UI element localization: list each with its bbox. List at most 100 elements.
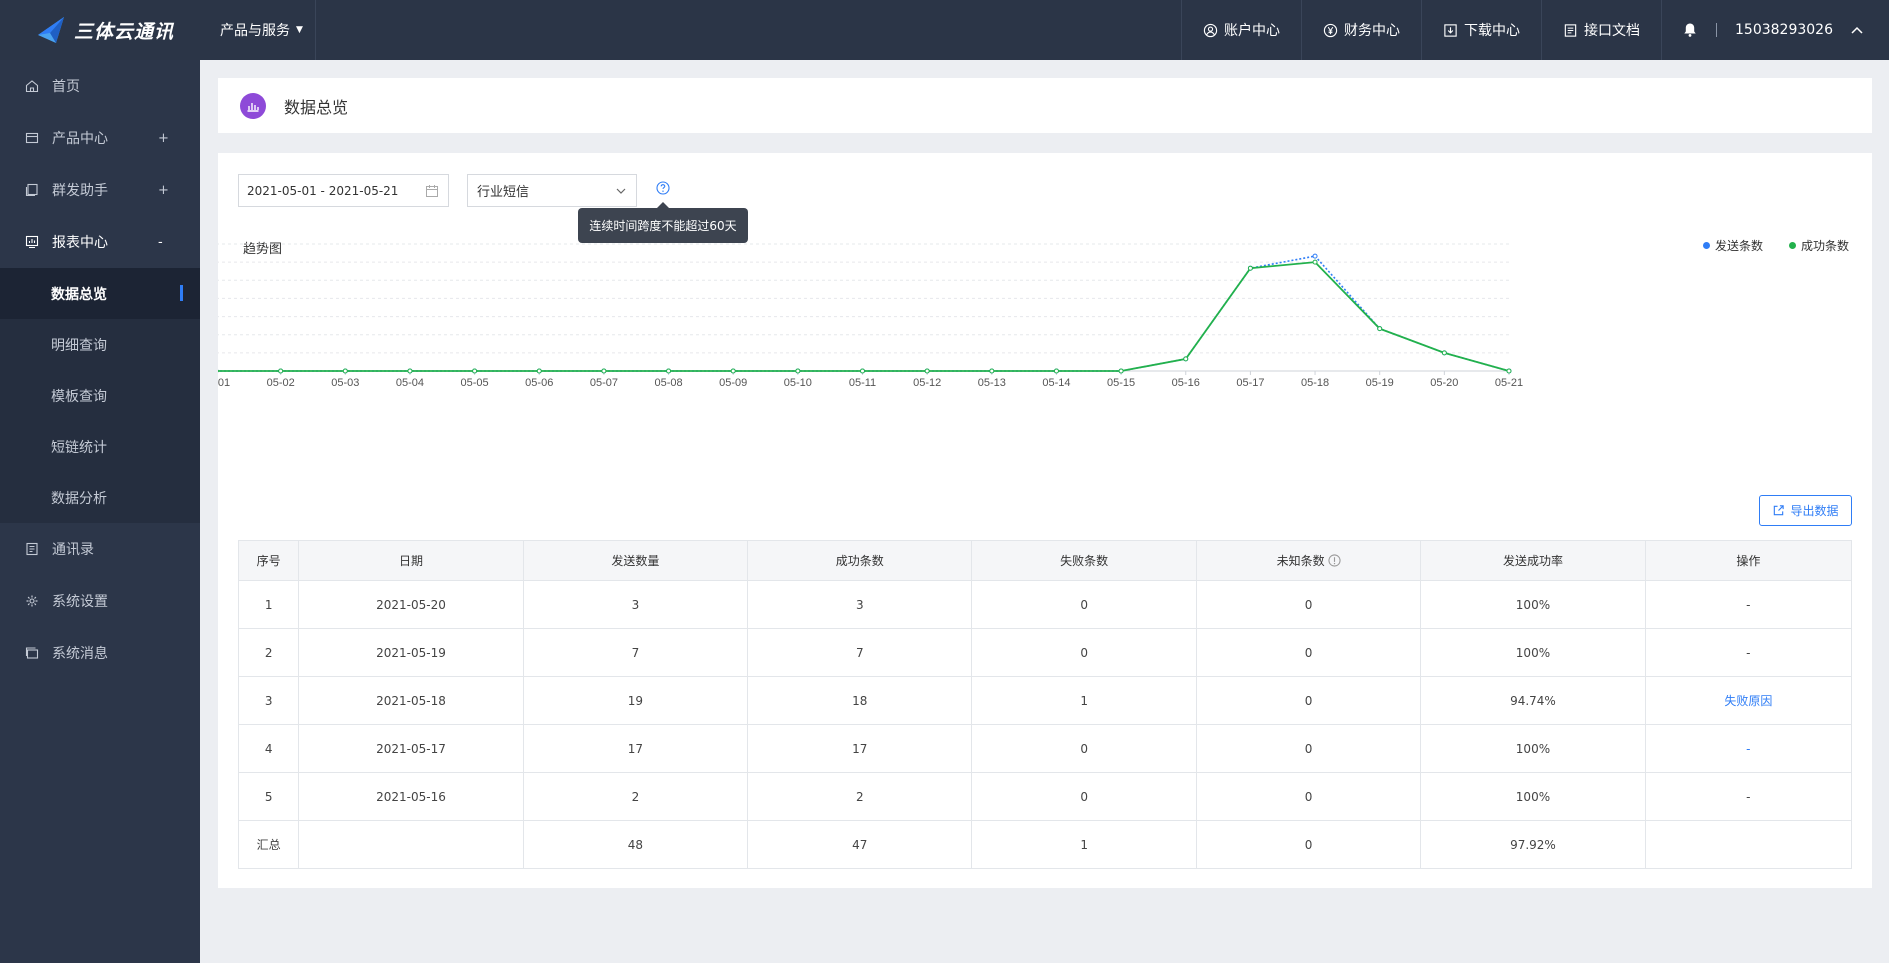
api-docs-link[interactable]: 接口文档 [1541, 0, 1661, 60]
cell-success-rate: 100% [1420, 724, 1646, 773]
sidebar-item-label: 产品中心 [52, 131, 108, 147]
export-data-button[interactable]: 导出数据 [1759, 495, 1852, 526]
cell-failed: 0 [971, 628, 1197, 677]
cell-unknown: 0 [1195, 628, 1422, 677]
sidebar-subitem-overview[interactable]: 数据总览 [0, 268, 200, 319]
failure-reason-link[interactable]: 失败原因 [1644, 676, 1853, 725]
data-point-success [1118, 368, 1124, 374]
data-point-success [1247, 265, 1253, 271]
sidebar-subitem-shortlink-stats[interactable]: 短链统计 [0, 421, 200, 472]
trend-chart: 03691215182105-0105-0205-0305-0405-0505-… [218, 243, 1523, 389]
data-point-success [1506, 368, 1512, 374]
cell-sent: 3 [522, 580, 749, 629]
cell-index: 5 [237, 772, 300, 821]
finance-center-link[interactable]: 财务中心 [1301, 0, 1421, 60]
home-icon [25, 80, 39, 93]
series-line-sent [218, 255, 1510, 372]
chevron-down-icon [616, 188, 626, 194]
product-icon [25, 132, 39, 144]
data-point-success [601, 368, 607, 374]
user-menu[interactable]: 15038293026 [1661, 0, 1889, 60]
help-icon[interactable] [1327, 554, 1341, 567]
brand-logo[interactable]: 三体云通讯 [0, 0, 200, 60]
download-center-link[interactable]: 下载中心 [1421, 0, 1541, 60]
chevron-up-icon[interactable] [1851, 26, 1863, 34]
x-tick-label: 05-18 [1301, 377, 1329, 389]
top-bar: 三体云通讯 产品与服务 ▼ 账户中心 财务中心 下载中心 接口文档 150382… [0, 0, 1889, 60]
sidebar-subitem-data-analysis[interactable]: 数据分析 [0, 472, 200, 523]
sidebar-subitem-template-query[interactable]: 模板查询 [0, 370, 200, 421]
document-icon [1564, 23, 1577, 37]
sidebar-item-messages[interactable]: 系统消息 [0, 627, 200, 679]
sidebar-item-reports[interactable]: 报表中心 - [0, 216, 200, 268]
download-center-label: 下载中心 [1464, 23, 1521, 39]
sidebar-item-mass-send[interactable]: 群发助手 + [0, 164, 200, 216]
cell-success-rate-total: 97.92% [1420, 820, 1646, 869]
x-tick-label: 05-06 [525, 377, 553, 389]
table-header-row: 序号 日期 发送数量 成功条数 失败条数 未知条数 发送成功率 操作 [237, 540, 1853, 581]
x-tick-label: 05-21 [1495, 377, 1523, 389]
account-center-link[interactable]: 账户中心 [1181, 0, 1301, 60]
cell-success-total: 47 [747, 820, 973, 869]
x-tick-label: 05-14 [1042, 377, 1070, 389]
sidebar-item-settings[interactable]: 系统设置 [0, 575, 200, 627]
data-point-success [278, 368, 284, 374]
products-services-menu[interactable]: 产品与服务 ▼ [200, 0, 316, 60]
x-tick-label: 05-10 [784, 377, 812, 389]
cell-success-rate: 94.74% [1420, 676, 1646, 725]
data-point-success [536, 368, 542, 374]
data-point-success [342, 368, 348, 374]
column-header-date: 日期 [298, 540, 524, 581]
date-range-value: 2021-05-01 - 2021-05-21 [247, 183, 399, 198]
bell-icon[interactable] [1682, 22, 1698, 38]
cell-success: 3 [747, 580, 973, 629]
cell-date: 2021-05-18 [298, 676, 524, 725]
sidebar-item-home[interactable]: 首页 [0, 60, 200, 112]
sidebar-item-contacts[interactable]: 通讯录 [0, 523, 200, 575]
data-point-success [1377, 326, 1383, 332]
table-row: 2 2021-05-19 7 7 0 0 100% - [237, 628, 1853, 677]
cell-action: - [1644, 724, 1853, 773]
help-icon[interactable] [656, 181, 670, 195]
cell-sent-total: 48 [522, 820, 749, 869]
cell-success: 17 [747, 724, 973, 773]
reports-submenu: 数据总览 明细查询 模板查询 短链统计 数据分析 [0, 268, 200, 523]
cell-sent: 2 [522, 772, 749, 821]
logo-icon [38, 17, 64, 43]
sidebar-item-label: 报表中心 [52, 235, 108, 251]
x-tick-label: 05-19 [1366, 377, 1394, 389]
cell-date: 2021-05-20 [298, 580, 524, 629]
divider [1716, 23, 1718, 37]
x-tick-label: 05-16 [1172, 377, 1200, 389]
sidebar-subitem-detail-query[interactable]: 明细查询 [0, 319, 200, 370]
sms-type-select[interactable]: 行业短信 [467, 174, 637, 207]
sidebar-item-label: 通讯录 [52, 542, 94, 558]
daily-stats-table: 序号 日期 发送数量 成功条数 失败条数 未知条数 发送成功率 操作 1 202… [237, 540, 1853, 869]
cell-date: 2021-05-19 [298, 628, 524, 677]
cell-sent: 19 [522, 676, 749, 725]
cell-action: - [1644, 580, 1853, 629]
date-range-picker[interactable]: 2021-05-01 - 2021-05-21 [238, 174, 449, 207]
overview-panel: 2021-05-01 - 2021-05-21 行业短信 连续时间跨度不能超过6… [218, 153, 1872, 888]
report-icon [25, 235, 39, 249]
account-center-label: 账户中心 [1224, 23, 1281, 39]
cell-failed-total: 1 [971, 820, 1197, 869]
sidebar-item-products[interactable]: 产品中心 + [0, 112, 200, 164]
x-tick-label: 05-03 [331, 377, 359, 389]
table-row: 3 2021-05-18 19 18 1 0 94.74% 失败原因 [237, 676, 1853, 725]
data-point-success [795, 368, 801, 374]
chart-bar-icon [240, 92, 266, 119]
cell-date [298, 820, 524, 869]
sidebar: 首页 产品中心 + 群发助手 + 报表中心 - 数据总览 明细查询 模板查询 短… [0, 60, 200, 963]
column-header-index: 序号 [237, 540, 300, 581]
cell-success-rate: 100% [1420, 772, 1646, 821]
username: 15038293026 [1735, 22, 1833, 38]
x-tick-label: 05-13 [978, 377, 1006, 389]
data-point-success [730, 368, 736, 374]
cell-failed: 1 [971, 676, 1197, 725]
sidebar-item-label: 首页 [52, 79, 80, 95]
x-tick-label: 05-08 [654, 377, 682, 389]
cell-unknown: 0 [1195, 772, 1422, 821]
cell-summary-label: 汇总 [237, 820, 300, 869]
x-tick-label: 05-02 [267, 377, 295, 389]
